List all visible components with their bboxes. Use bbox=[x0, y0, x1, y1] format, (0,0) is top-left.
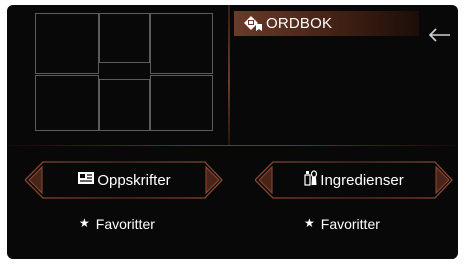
recipe-card-icon bbox=[77, 171, 95, 190]
back-button[interactable] bbox=[425, 23, 453, 47]
book-tag-icon bbox=[243, 15, 263, 33]
arrow-left-icon bbox=[428, 28, 450, 42]
grid-tile bbox=[99, 13, 150, 63]
image-grid bbox=[35, 13, 213, 131]
dictionary-tab[interactable]: ORDBOK bbox=[234, 11, 419, 36]
recipes-button[interactable]: Oppskrifter bbox=[25, 161, 223, 199]
grid-tile bbox=[150, 75, 213, 131]
grid-tile bbox=[150, 13, 213, 74]
recipes-button-label: Oppskrifter bbox=[97, 171, 171, 189]
ingredients-favorites-label: Favoritter bbox=[320, 216, 380, 232]
app-screen: ORDBOK Oppskrifter Ingredienser ★ Favori… bbox=[7, 5, 458, 259]
recipes-favorites-link[interactable]: ★ Favoritter bbox=[79, 216, 155, 232]
grid-tile bbox=[35, 75, 99, 131]
horizontal-divider bbox=[7, 145, 458, 146]
vertical-divider bbox=[228, 5, 230, 145]
ingredients-favorites-link[interactable]: ★ Favoritter bbox=[304, 216, 380, 232]
star-icon: ★ bbox=[79, 216, 90, 230]
spice-bottles-icon bbox=[304, 169, 318, 192]
recipes-favorites-label: Favoritter bbox=[95, 216, 155, 232]
star-icon: ★ bbox=[304, 216, 315, 230]
ingredients-button[interactable]: Ingredienser bbox=[255, 161, 453, 199]
ingredients-button-label: Ingredienser bbox=[320, 171, 404, 189]
grid-tile bbox=[99, 79, 150, 131]
dictionary-tab-label: ORDBOK bbox=[266, 15, 333, 32]
grid-tile bbox=[35, 13, 99, 74]
